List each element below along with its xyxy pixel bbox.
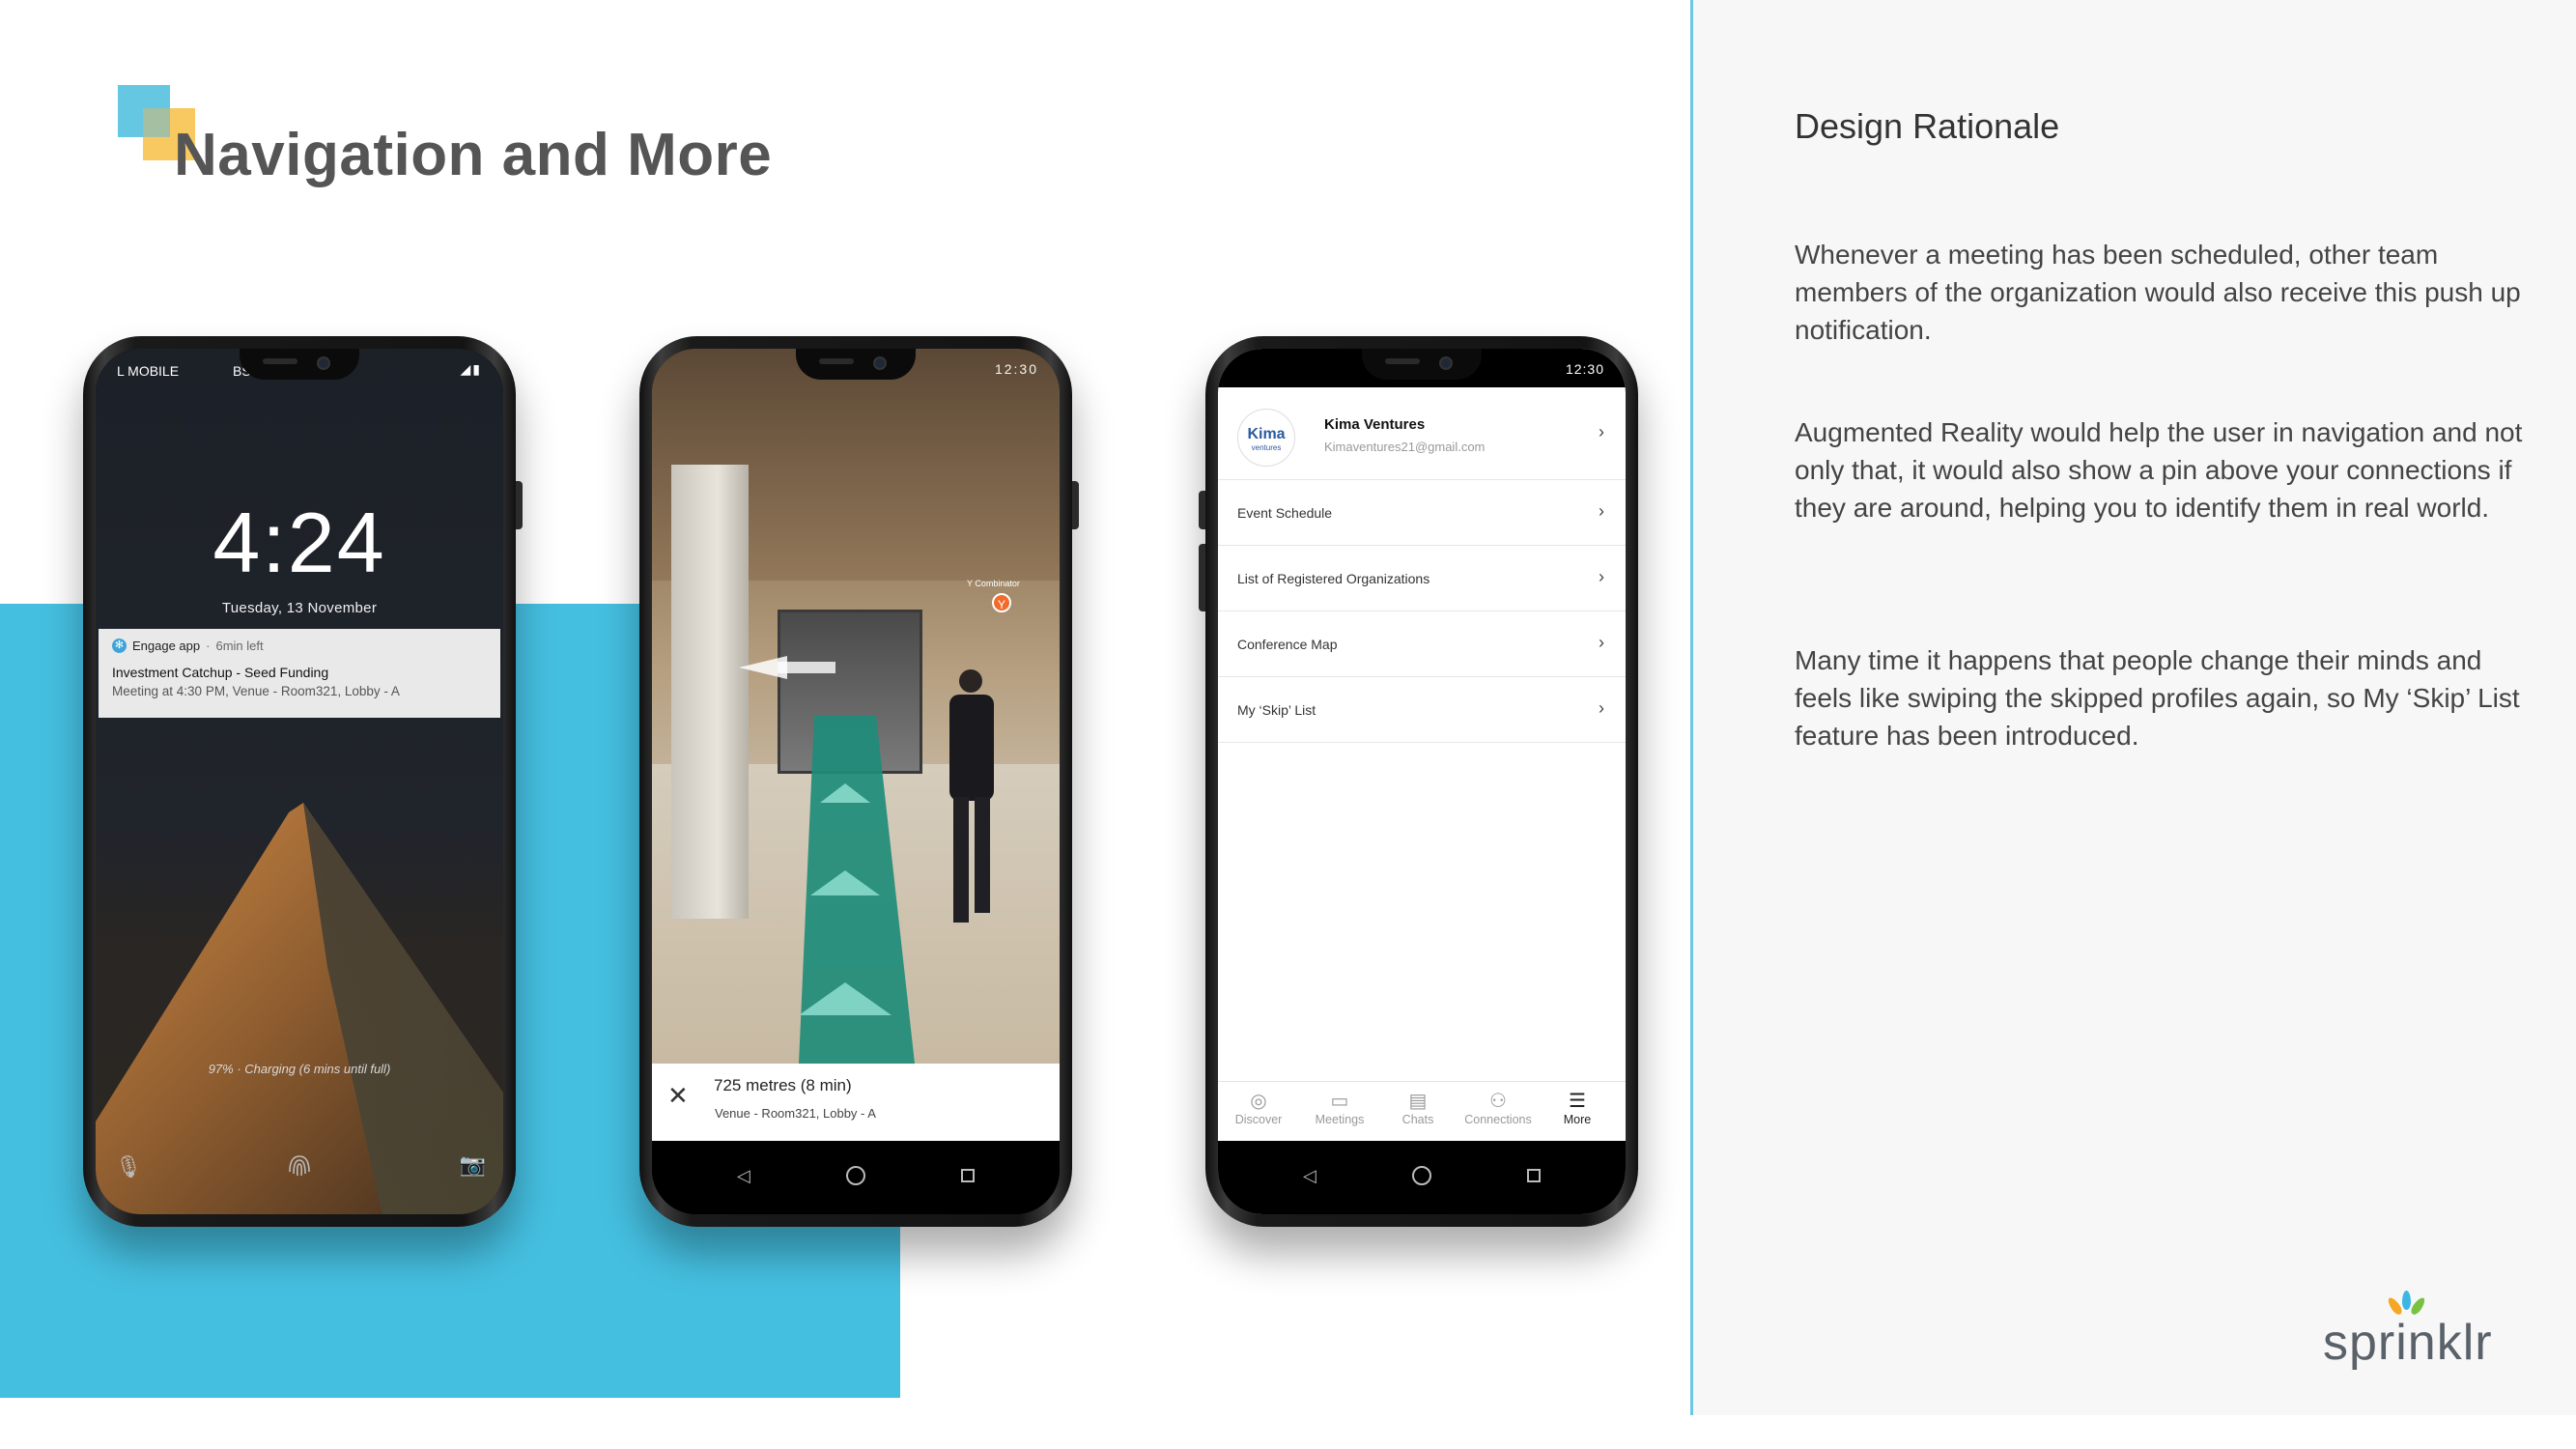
battery-icon: ◢▮ [460,361,482,377]
notification-title: Investment Catchup - Seed Funding [112,665,329,680]
lockscreen: L MOBILE BS ◢▮ 4:24 Tuesday, 13 November… [96,349,503,1214]
bottom-tab-bar: ◎ Discover ▭ Meetings ▤ Chats ⚇ Connecti… [1218,1081,1626,1141]
compass-icon: ◎ [1250,1091,1267,1112]
back-icon[interactable]: ◁ [737,1166,750,1186]
route-venue: Venue - Room321, Lobby - A [715,1106,876,1121]
route-distance: 725 metres (8 min) [714,1076,852,1094]
android-navbar: ◁ [652,1141,1060,1214]
more-screen: 12:30 Kima ventures Kima Ventures Kimave… [1218,349,1626,1214]
tab-more[interactable]: ☰ More [1539,1090,1616,1126]
ar-screen: 12:30 Y Combinator Y ✕ 725 metres (8 min… [652,349,1060,1214]
home-icon[interactable] [846,1166,865,1185]
chevron-right-icon: › [1599,698,1604,718]
android-navbar: ◁ [1218,1141,1626,1214]
fingerprint-icon[interactable] [282,1149,317,1183]
menu-item-registered-organizations[interactable]: List of Registered Organizations › [1218,546,1626,611]
carrier-label: L MOBILE [117,363,180,379]
menu-icon: ☰ [1569,1091,1586,1112]
slide: Navigation and More L MOBILE BS ◢▮ 4:24 … [0,0,2576,1449]
tab-chats[interactable]: ▤ Chats [1379,1090,1457,1126]
menu-item-event-schedule[interactable]: Event Schedule › [1218,480,1626,546]
app-snowflake-icon: ✻ [112,639,127,653]
recents-icon[interactable] [961,1169,975,1182]
profile-email: Kimaventures21@gmail.com [1324,440,1486,454]
connection-pin-label: Y Combinator [967,579,1020,588]
lock-clock: 4:24 [212,495,386,590]
menu-item-label: Conference Map [1237,637,1338,652]
profile-row[interactable]: Kima ventures Kima Ventures Kimaventures… [1218,387,1626,480]
lock-date: Tuesday, 13 November [221,600,378,616]
sprinklr-logo: sprinklr [2323,1291,2497,1372]
menu-item-label: Event Schedule [1237,505,1333,521]
rationale-paragraph-3: Many time it happens that people change … [1795,645,2520,751]
rationale-heading: Design Rationale [1795,106,2060,146]
people-icon: ⚇ [1489,1091,1507,1112]
chat-icon: ▤ [1408,1091,1428,1112]
phone-lockscreen: L MOBILE BS ◢▮ 4:24 Tuesday, 13 November… [83,336,523,1227]
tab-discover[interactable]: ◎ Discover [1220,1090,1297,1126]
chevron-right-icon: › [1599,422,1604,441]
rationale-paragraph-1: Whenever a meeting has been scheduled, o… [1795,240,2521,345]
chevron-right-icon: › [1599,501,1604,521]
menu-item-label: My ‘Skip’ List [1237,702,1316,718]
ar-route-path [739,656,915,1064]
profile-name: Kima Ventures [1324,416,1426,433]
rationale-paragraph-2: Augmented Reality would help the user in… [1795,417,2523,523]
status-time: 12:30 [994,361,1038,377]
notification-body: Meeting at 4:30 PM, Venue - Room321, Lob… [112,684,400,698]
recents-icon[interactable] [1527,1169,1541,1182]
phone-ar-navigation: 12:30 Y Combinator Y ✕ 725 metres (8 min… [639,336,1079,1227]
back-icon[interactable]: ◁ [1303,1166,1316,1186]
phone-more-menu: 12:30 Kima ventures Kima Ventures Kimave… [1199,336,1638,1227]
avatar: Kima ventures [1237,409,1295,467]
connection-pin[interactable]: Y [992,593,1011,612]
menu-item-label: List of Registered Organizations [1237,571,1430,586]
chevron-right-icon: › [1599,567,1604,586]
status-time: 12:30 [1565,361,1604,377]
camera-icon[interactable]: 📷 [460,1152,486,1178]
home-icon[interactable] [1412,1166,1431,1185]
page-title: Navigation and More [174,122,773,188]
notification-app: Engage app [132,639,201,653]
menu-item-skip-list[interactable]: My ‘Skip’ List › [1218,677,1626,743]
tab-meetings[interactable]: ▭ Meetings [1301,1090,1378,1126]
close-icon[interactable]: ✕ [667,1081,689,1111]
notification-time: 6min left [215,639,264,653]
charging-status: 97% · Charging (6 mins until full) [208,1062,391,1076]
meeting-notification[interactable]: ✻ Engage app · 6min left Investment Catc… [99,629,500,718]
chevron-right-icon: › [1599,633,1604,652]
route-card: ✕ 725 metres (8 min) Venue - Room321, Lo… [652,1064,1060,1141]
microphone-icon[interactable]: 🎙 [115,1154,142,1179]
tab-connections[interactable]: ⚇ Connections [1459,1090,1537,1126]
menu-item-conference-map[interactable]: Conference Map › [1218,611,1626,677]
calendar-icon: ▭ [1330,1091,1349,1112]
